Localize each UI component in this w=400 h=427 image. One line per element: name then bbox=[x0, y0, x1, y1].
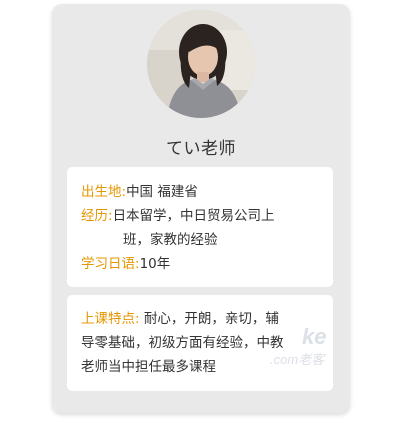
birthplace-row: 出生地:中国 福建省 bbox=[81, 180, 319, 204]
teaching-features-panel: 上课特点: 耐心，开朗，亲切，辅 导零基础，初级方面有经验，中教 老师当中担任最… bbox=[67, 295, 333, 391]
features-line3: 老师当中担任最多课程 bbox=[81, 355, 319, 379]
teacher-info-panel: 出生地:中国 福建省 经历:日本留学，中日贸易公司上 班，家教的经验 学习日语:… bbox=[67, 167, 333, 287]
teacher-photo-image bbox=[147, 10, 255, 118]
study-years-label: 学习日语: bbox=[81, 256, 140, 272]
features-text-line2: 导零基础，初级方面有经验，中教 bbox=[81, 335, 284, 351]
teacher-name: てい老师 bbox=[166, 139, 236, 159]
features-line2: 导零基础，初级方面有经验，中教 bbox=[81, 331, 319, 355]
features-text-line3: 老师当中担任最多课程 bbox=[81, 359, 216, 375]
experience-value-line1: 日本留学，中日贸易公司上 bbox=[112, 208, 275, 224]
experience-value-line2: 班，家教的经验 bbox=[123, 232, 218, 248]
experience-label: 经历: bbox=[81, 208, 113, 224]
study-years-value: 10年 bbox=[139, 256, 171, 272]
birthplace-label: 出生地: bbox=[81, 184, 127, 200]
birthplace-value: 中国 福建省 bbox=[126, 184, 198, 200]
experience-continuation: 班，家教的经验 bbox=[81, 228, 319, 252]
features-line1: 上课特点: 耐心，开朗，亲切，辅 bbox=[81, 307, 319, 331]
features-text-line1: 耐心，开朗，亲切，辅 bbox=[143, 311, 279, 327]
teacher-avatar bbox=[147, 10, 255, 118]
experience-row: 经历:日本留学，中日贸易公司上 bbox=[81, 204, 319, 228]
features-label: 上课特点: bbox=[81, 311, 140, 327]
study-years-row: 学习日语:10年 bbox=[81, 252, 319, 276]
teacher-profile-card: てい老师 出生地:中国 福建省 经历:日本留学，中日贸易公司上 班，家教的经验 … bbox=[52, 4, 350, 413]
